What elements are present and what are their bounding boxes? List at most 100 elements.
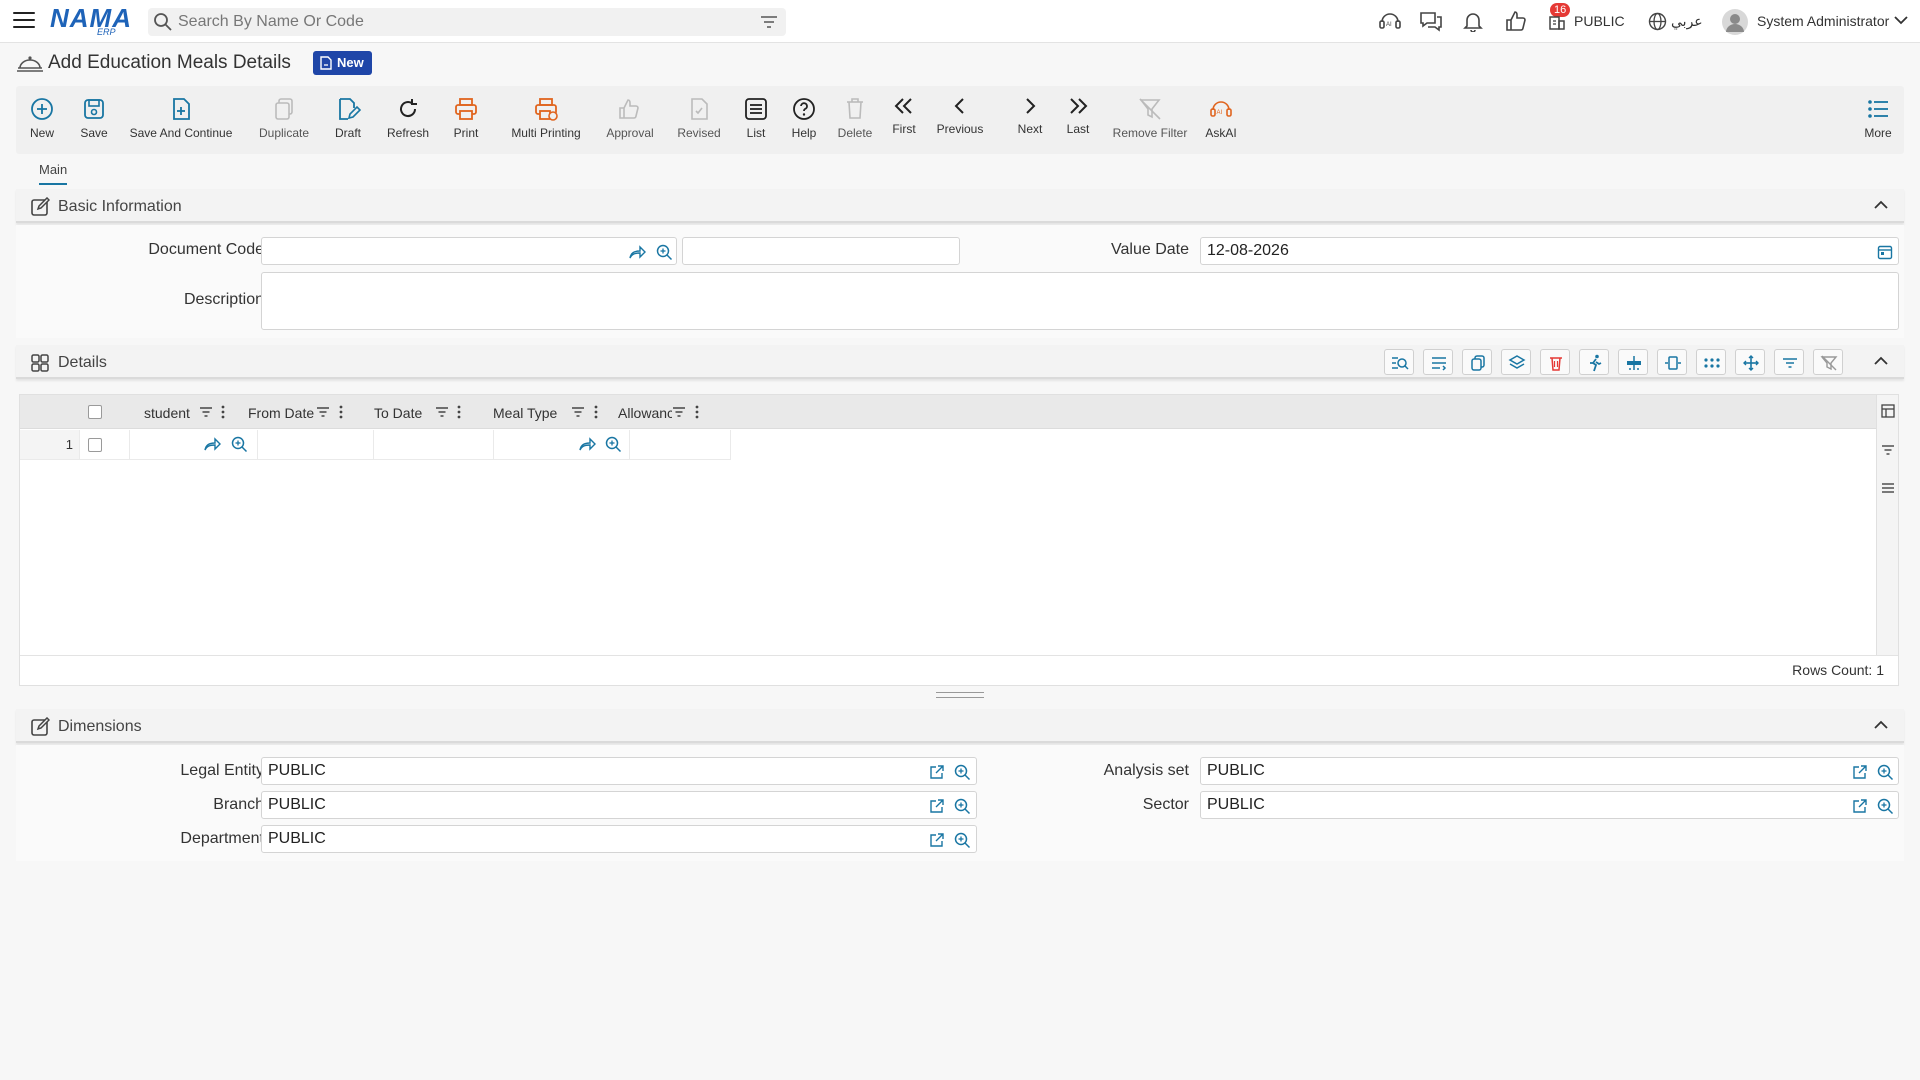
- print-button[interactable]: Print: [444, 86, 488, 154]
- table-row[interactable]: 1: [20, 430, 731, 460]
- user-menu[interactable]: System Administrator: [1757, 13, 1889, 29]
- avatar[interactable]: [1722, 9, 1748, 35]
- cell-to-date[interactable]: [374, 430, 494, 460]
- calendar-icon[interactable]: [1877, 244, 1893, 260]
- company-selector[interactable]: PUBLIC: [1574, 13, 1625, 29]
- external-link-icon[interactable]: [1852, 764, 1868, 780]
- select-all-checkbox[interactable]: [88, 405, 102, 419]
- search-lookup-icon[interactable]: [953, 797, 971, 815]
- draft-button[interactable]: Draft: [326, 86, 370, 154]
- row-checkbox[interactable]: [88, 438, 102, 452]
- grid-search-button[interactable]: [1384, 349, 1414, 375]
- dimensions-header[interactable]: Dimensions: [16, 709, 1904, 743]
- new-button[interactable]: New: [20, 86, 64, 154]
- column-filter-icon[interactable]: [435, 405, 449, 419]
- grid-add-row-button[interactable]: [1423, 349, 1453, 375]
- external-link-icon[interactable]: [929, 764, 945, 780]
- chevron-up-icon[interactable]: [1874, 200, 1888, 210]
- column-header-meal-type[interactable]: Meal Type: [493, 395, 583, 429]
- grid-insert-button[interactable]: [1618, 349, 1648, 375]
- search-lookup-icon[interactable]: [230, 435, 248, 453]
- refresh-button[interactable]: Refresh: [380, 86, 436, 154]
- chevron-down-icon[interactable]: [1894, 15, 1908, 25]
- filter-icon[interactable]: [1881, 443, 1895, 457]
- remove-filter-button[interactable]: Remove Filter: [1104, 86, 1196, 154]
- search-lookup-icon[interactable]: [953, 831, 971, 849]
- last-button[interactable]: Last: [1058, 86, 1098, 154]
- grid-fit-button[interactable]: [1657, 349, 1687, 375]
- grid-run-button[interactable]: [1579, 349, 1609, 375]
- legal-entity-field[interactable]: PUBLIC: [261, 757, 977, 785]
- grid-move-button[interactable]: [1735, 349, 1765, 375]
- cell-meal-type[interactable]: [494, 430, 630, 460]
- column-filter-icon[interactable]: [571, 405, 585, 419]
- column-filter-icon[interactable]: [316, 405, 330, 419]
- search-lookup-icon[interactable]: [953, 763, 971, 781]
- duplicate-button[interactable]: Duplicate: [252, 86, 316, 154]
- share-icon[interactable]: [628, 244, 646, 260]
- external-link-icon[interactable]: [929, 832, 945, 848]
- document-code-field[interactable]: [261, 237, 677, 265]
- approval-button[interactable]: Approval: [590, 86, 670, 154]
- ai-assistant-icon[interactable]: AI: [1378, 10, 1402, 32]
- grid-copy-button[interactable]: [1462, 349, 1492, 375]
- logo[interactable]: NAMA ERP: [50, 5, 131, 37]
- share-icon[interactable]: [578, 436, 596, 452]
- column-menu-icon[interactable]: [694, 405, 700, 419]
- analysis-set-field[interactable]: PUBLIC: [1200, 757, 1899, 785]
- save-button[interactable]: Save: [72, 86, 116, 154]
- search-lookup-icon[interactable]: [1876, 797, 1894, 815]
- multi-printing-button[interactable]: Multi Printing: [496, 86, 596, 154]
- branch-field[interactable]: PUBLIC: [261, 791, 977, 819]
- grid-filter-button[interactable]: [1774, 349, 1804, 375]
- column-filter-icon[interactable]: [199, 405, 213, 419]
- next-button[interactable]: Next: [1010, 86, 1050, 154]
- column-filter-icon[interactable]: [672, 405, 686, 419]
- save-and-continue-button[interactable]: Save And Continue: [128, 86, 234, 154]
- external-link-icon[interactable]: [929, 798, 945, 814]
- previous-button[interactable]: Previous: [928, 86, 992, 154]
- language-selector[interactable]: عربي: [1671, 13, 1703, 30]
- department-field[interactable]: PUBLIC: [261, 825, 977, 853]
- cell-from-date[interactable]: [258, 430, 374, 460]
- list-button[interactable]: List: [732, 86, 780, 154]
- share-icon[interactable]: [203, 436, 221, 452]
- description-textarea[interactable]: [261, 272, 1899, 330]
- askai-button[interactable]: AI AskAI: [1192, 86, 1250, 154]
- sector-field[interactable]: PUBLIC: [1200, 791, 1899, 819]
- first-button[interactable]: First: [884, 86, 924, 152]
- column-menu-icon[interactable]: [456, 405, 462, 419]
- grid-layers-button[interactable]: [1501, 349, 1531, 375]
- search-lookup-icon[interactable]: [655, 243, 673, 261]
- chat-icon[interactable]: [1419, 10, 1443, 32]
- column-header-allowance[interactable]: Allowanc: [618, 395, 672, 429]
- help-button[interactable]: Help: [780, 86, 828, 154]
- filter-icon[interactable]: [760, 14, 778, 30]
- bell-icon[interactable]: [1462, 10, 1484, 32]
- chevron-up-icon[interactable]: [1874, 356, 1888, 366]
- resize-handle[interactable]: [936, 692, 984, 698]
- value-date-field[interactable]: 12-08-2026: [1200, 237, 1899, 265]
- revised-button[interactable]: Revised: [668, 86, 730, 154]
- tab-main[interactable]: Main: [39, 162, 68, 185]
- document-code-name-field[interactable]: [682, 237, 960, 265]
- search-input[interactable]: [178, 8, 738, 36]
- columns-icon[interactable]: [1881, 404, 1895, 418]
- search-lookup-icon[interactable]: [604, 435, 622, 453]
- column-menu-icon[interactable]: [338, 405, 344, 419]
- column-menu-icon[interactable]: [593, 405, 599, 419]
- grid-delete-button[interactable]: [1540, 349, 1570, 375]
- search-lookup-icon[interactable]: [1876, 763, 1894, 781]
- chevron-up-icon[interactable]: [1874, 720, 1888, 730]
- menu-lines-icon[interactable]: [1881, 481, 1895, 495]
- details-header[interactable]: Details: [16, 345, 1904, 379]
- column-menu-icon[interactable]: [220, 405, 226, 419]
- basic-information-header[interactable]: Basic Information: [16, 189, 1904, 223]
- thumbs-up-icon[interactable]: [1505, 10, 1527, 32]
- more-button[interactable]: More: [1856, 86, 1900, 154]
- grid-dots-button[interactable]: [1696, 349, 1726, 375]
- cell-allowance[interactable]: [630, 430, 731, 460]
- delete-button[interactable]: Delete: [828, 86, 882, 154]
- menu-icon[interactable]: [13, 12, 35, 30]
- cell-student[interactable]: [130, 430, 258, 460]
